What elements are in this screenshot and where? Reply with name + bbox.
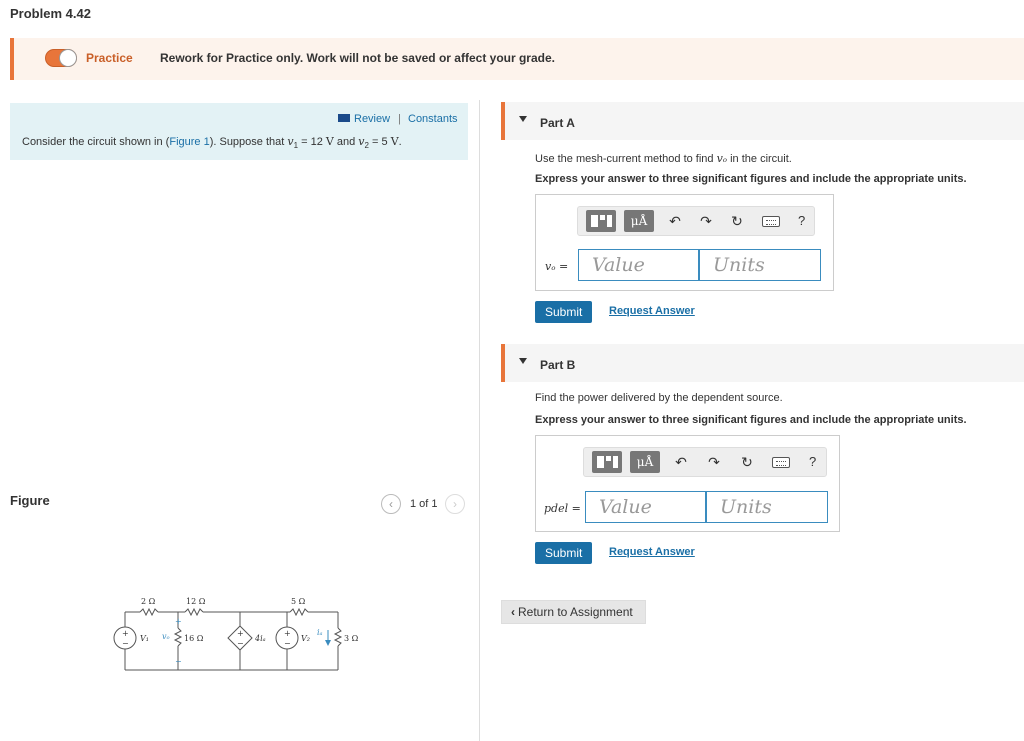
chevron-left-icon[interactable]: ‹ bbox=[381, 494, 401, 514]
practice-banner: Practice Rework for Practice only. Work … bbox=[10, 38, 1024, 80]
separator: | bbox=[398, 113, 401, 125]
help-icon[interactable]: ? bbox=[809, 454, 816, 469]
book-icon bbox=[338, 114, 350, 122]
part-a-instruction: Use the mesh-current method to find vₒ i… bbox=[535, 152, 792, 165]
v2-minus: − bbox=[284, 639, 291, 648]
figure-label: Figure bbox=[10, 493, 50, 508]
units-icon[interactable]: μÅ bbox=[630, 451, 660, 473]
part-a-value-input[interactable]: Value bbox=[578, 249, 699, 281]
chevron-left-icon: ‹ bbox=[511, 605, 515, 619]
template-icon[interactable] bbox=[592, 451, 622, 473]
figure-pager-text: 1 of 1 bbox=[410, 498, 438, 510]
help-icon[interactable]: ? bbox=[798, 213, 805, 228]
part-b-toolbar: μÅ ↶ ↷ ↻ ? bbox=[583, 447, 827, 477]
caret-down-icon bbox=[519, 116, 527, 122]
source-label-v1: V₁ bbox=[140, 634, 149, 643]
part-a-title: Part A bbox=[540, 116, 575, 130]
resistor-label-16ohm: 16 Ω bbox=[184, 634, 204, 643]
dep-plus: + bbox=[237, 629, 244, 638]
part-b-express: Express your answer to three significant… bbox=[535, 414, 967, 426]
source-label-v2: V₂ bbox=[301, 634, 310, 643]
review-link[interactable]: Review bbox=[338, 113, 390, 125]
resistor-label-3ohm: 3 Ω bbox=[344, 634, 359, 643]
circuit-diagram: 2 Ω 12 Ω 5 Ω 16 Ω 3 Ω V₁ V₂ 4iₐ vₒ iₐ + … bbox=[113, 597, 359, 671]
review-label: Review bbox=[354, 113, 391, 125]
reset-icon[interactable]: ↻ bbox=[739, 454, 755, 471]
return-to-assignment-button[interactable]: ‹ Return to Assignment bbox=[501, 600, 646, 624]
chevron-right-icon[interactable]: › bbox=[445, 494, 465, 514]
part-b-instruction: Find the power delivered by the dependen… bbox=[535, 392, 783, 404]
figure-link[interactable]: Figure 1 bbox=[169, 136, 209, 148]
resistor-label-5ohm: 5 Ω bbox=[291, 597, 306, 606]
redo-icon[interactable]: ↷ bbox=[706, 454, 722, 471]
ia-label: iₐ bbox=[317, 628, 323, 637]
practice-message: Rework for Practice only. Work will not … bbox=[160, 51, 555, 65]
reset-icon[interactable]: ↻ bbox=[729, 213, 745, 230]
vo-plus: + bbox=[175, 617, 182, 626]
practice-toggle[interactable] bbox=[45, 49, 77, 67]
part-a-units-input[interactable]: Units bbox=[699, 249, 821, 281]
keyboard-icon[interactable] bbox=[762, 216, 780, 227]
part-a-variable-label: vₒ = bbox=[545, 260, 569, 273]
resistor-label-2ohm: 2 Ω bbox=[141, 597, 156, 606]
vo-label: vₒ bbox=[162, 632, 170, 641]
caret-down-icon bbox=[519, 358, 527, 364]
part-b-answer-box: μÅ ↶ ↷ ↻ ? pdel = Value Units bbox=[535, 435, 840, 532]
part-a-request-answer[interactable]: Request Answer bbox=[609, 305, 695, 317]
problem-statement: Consider the circuit shown in (Figure 1)… bbox=[22, 135, 402, 151]
constants-link[interactable]: Constants bbox=[408, 113, 458, 125]
practice-label: Practice bbox=[86, 51, 133, 65]
toggle-knob bbox=[59, 49, 77, 67]
keyboard-icon[interactable] bbox=[772, 457, 790, 468]
part-b-request-answer[interactable]: Request Answer bbox=[609, 546, 695, 558]
problem-title: Problem 4.42 bbox=[10, 6, 91, 21]
column-divider bbox=[479, 100, 480, 741]
part-b-value-input[interactable]: Value bbox=[585, 491, 706, 523]
part-b-units-input[interactable]: Units bbox=[706, 491, 828, 523]
part-a-toolbar: μÅ ↶ ↷ ↻ ? bbox=[577, 206, 815, 236]
dependent-source-label: 4iₐ bbox=[254, 634, 266, 643]
units-icon[interactable]: μÅ bbox=[624, 210, 654, 232]
resistor-label-12ohm: 12 Ω bbox=[186, 597, 206, 606]
undo-icon[interactable]: ↶ bbox=[673, 454, 689, 471]
part-a-submit-button[interactable]: Submit bbox=[535, 301, 593, 323]
part-a-header[interactable]: Part A bbox=[501, 102, 1024, 140]
undo-icon[interactable]: ↶ bbox=[667, 213, 683, 230]
v1-plus: + bbox=[122, 629, 129, 638]
part-a-express: Express your answer to three significant… bbox=[535, 173, 967, 185]
part-b-variable-label: pdel = bbox=[544, 502, 581, 515]
part-b-title: Part B bbox=[540, 358, 576, 372]
part-b-submit-button[interactable]: Submit bbox=[535, 542, 593, 564]
return-label: Return to Assignment bbox=[518, 605, 633, 619]
part-a-answer-box: μÅ ↶ ↷ ↻ ? vₒ = Value Units bbox=[535, 194, 834, 291]
redo-icon[interactable]: ↷ bbox=[698, 213, 714, 230]
dep-minus: − bbox=[237, 639, 244, 648]
vo-minus: − bbox=[175, 657, 182, 666]
part-b-header[interactable]: Part B bbox=[501, 344, 1024, 382]
template-icon[interactable] bbox=[586, 210, 616, 232]
v1-minus: − bbox=[122, 639, 129, 648]
v2-plus: + bbox=[284, 629, 291, 638]
problem-info-panel: Review | Constants Consider the circuit … bbox=[10, 103, 468, 160]
